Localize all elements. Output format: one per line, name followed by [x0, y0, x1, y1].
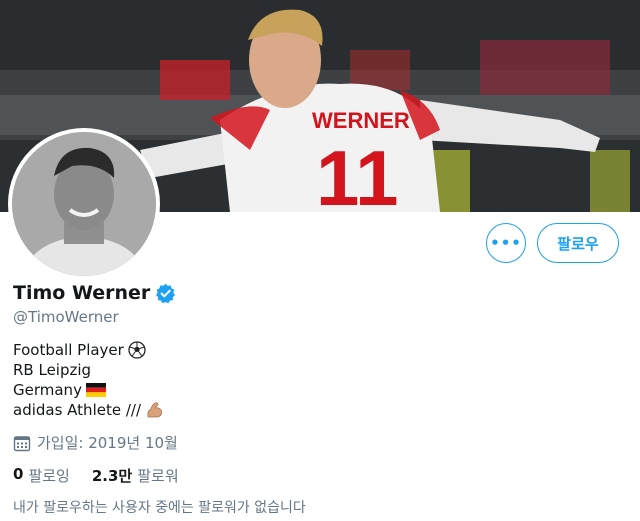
- verified-badge-icon: [156, 283, 176, 303]
- followers-link[interactable]: 2.3만 팔로워: [92, 465, 179, 486]
- bio-line: RB Leipzig: [13, 360, 165, 380]
- avatar-photo: [12, 132, 156, 276]
- profile-bio: Football Player RB Leipzig Germany adida…: [13, 340, 165, 420]
- bio-line-text: Germany: [13, 381, 82, 399]
- profile-stats: 0 팔로잉 2.3만 팔로워: [13, 465, 201, 486]
- followers-label: 팔로워: [137, 467, 179, 485]
- german-flag-icon: [85, 383, 106, 397]
- jersey-number-text: 11: [316, 134, 398, 212]
- name-row: Timo Werner: [13, 282, 176, 304]
- soccer-ball-icon: [128, 341, 146, 359]
- bio-line: Germany: [13, 380, 165, 400]
- calendar-icon: [13, 435, 31, 451]
- followers-you-know: 내가 팔로우하는 사용자 중에는 팔로워가 없습니다: [13, 500, 306, 516]
- bio-line: adidas Athlete ///: [13, 400, 165, 420]
- following-count: 0: [13, 465, 24, 483]
- join-date-text: 가입일: 2019년 10월: [37, 434, 178, 452]
- more-options-button[interactable]: •••: [486, 223, 526, 263]
- bio-line: Football Player: [13, 340, 165, 360]
- bio-line-text: adidas Athlete ///: [13, 401, 141, 419]
- display-name[interactable]: Timo Werner: [13, 282, 150, 304]
- jersey-name-text: WERNER: [312, 108, 410, 133]
- join-date: 가입일: 2019년 10월: [13, 432, 178, 453]
- following-link[interactable]: 0 팔로잉: [13, 465, 70, 486]
- profile-avatar[interactable]: [8, 128, 160, 280]
- followers-count: 2.3만: [91, 467, 133, 485]
- follow-button[interactable]: 팔로우: [537, 223, 619, 263]
- following-label: 팔로잉: [28, 467, 70, 485]
- more-options-icon: •••: [490, 234, 522, 252]
- flexed-biceps-icon: [147, 402, 162, 418]
- follow-button-label: 팔로우: [557, 234, 599, 253]
- bio-line-text: RB Leipzig: [13, 361, 92, 379]
- bio-line-text: Football Player: [13, 341, 124, 359]
- user-handle: @TimoWerner: [13, 308, 119, 326]
